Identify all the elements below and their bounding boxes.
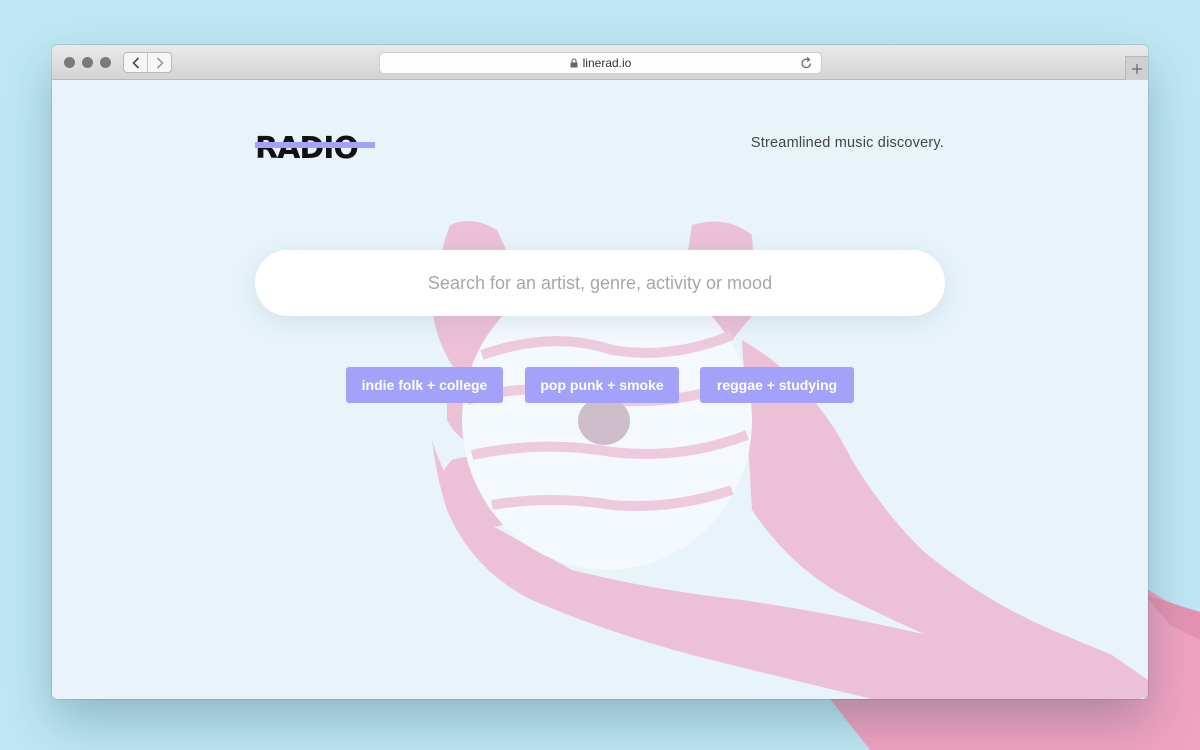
forward-arrow-icon <box>156 56 164 69</box>
back-arrow-icon <box>131 56 139 69</box>
radio-logo: RADIO <box>255 131 375 162</box>
zoom-window-button[interactable] <box>100 57 111 68</box>
close-window-button[interactable] <box>64 57 75 68</box>
forward-button[interactable] <box>147 53 171 72</box>
suggestion-chip[interactable]: reggae + studying <box>700 367 854 403</box>
history-nav <box>123 52 172 73</box>
minimize-window-button[interactable] <box>82 57 93 68</box>
reload-icon[interactable] <box>800 56 813 70</box>
address-bar[interactable]: linerad.io <box>379 52 822 74</box>
page-content: RADIO Streamlined music discovery. indie… <box>52 80 1148 699</box>
plus-icon <box>1132 63 1142 74</box>
suggestion-chip[interactable]: pop punk + smoke <box>525 367 679 403</box>
tagline: Streamlined music discovery. <box>750 135 944 151</box>
url-text: linerad.io <box>582 56 632 70</box>
back-button[interactable] <box>124 53 147 72</box>
suggestion-chips: indie folk + college pop punk + smoke re… <box>52 367 1148 403</box>
new-tab-button[interactable] <box>1125 56 1148 80</box>
lock-icon <box>570 58 578 68</box>
browser-window: linerad.io Streamlined music discovery. … <box>52 45 1148 699</box>
search-input[interactable] <box>255 250 945 316</box>
suggestion-chip[interactable]: indie folk + college <box>346 367 503 403</box>
browser-toolbar: linerad.io <box>52 45 1148 80</box>
